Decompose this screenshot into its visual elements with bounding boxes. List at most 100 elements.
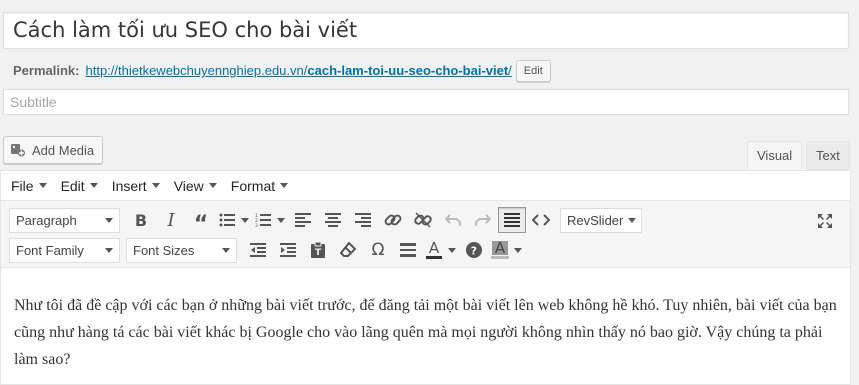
- font-sizes-select-value: Font Sizes: [133, 242, 195, 258]
- font-sizes-select[interactable]: Font Sizes: [126, 237, 237, 263]
- font-family-select-value: Font Family: [16, 242, 84, 258]
- menu-view[interactable]: View: [174, 178, 217, 194]
- bold-icon: B: [134, 210, 148, 230]
- clear-format-button[interactable]: [333, 236, 363, 264]
- editor-content[interactable]: Như tôi đã đề cập với các bạn ở những bà…: [1, 268, 850, 373]
- chevron-down-icon: [105, 247, 113, 253]
- svg-text:T: T: [315, 248, 322, 258]
- align-left-button[interactable]: [288, 206, 318, 234]
- special-char-button[interactable]: Ω: [363, 236, 393, 264]
- unlink-icon: [414, 212, 432, 228]
- fullscreen-button[interactable]: [810, 207, 840, 235]
- font-family-select[interactable]: Font Family: [9, 237, 120, 263]
- post-title-input[interactable]: Cách làm tối ưu SEO cho bài viết: [3, 12, 849, 49]
- svg-text:3: 3: [255, 223, 258, 227]
- revslider-select-value: RevSlider: [567, 212, 624, 228]
- indent-button[interactable]: [273, 236, 303, 264]
- italic-icon: I: [167, 209, 175, 231]
- menu-edit[interactable]: Edit: [61, 178, 98, 194]
- paste-text-icon: T: [311, 242, 325, 258]
- revslider-select[interactable]: RevSlider: [560, 207, 642, 233]
- menu-insert[interactable]: Insert: [112, 178, 160, 194]
- background-color-letter: A: [491, 241, 509, 256]
- align-center-button[interactable]: [318, 206, 348, 234]
- align-right-button[interactable]: [348, 206, 378, 234]
- paragraph-select[interactable]: Paragraph: [9, 207, 120, 233]
- blockquote-icon: “: [193, 211, 209, 237]
- italic-button[interactable]: I: [156, 206, 186, 234]
- chevron-down-icon: [105, 217, 113, 223]
- background-color-icon: A: [491, 241, 509, 259]
- unlink-button[interactable]: [408, 206, 438, 234]
- text-color-button[interactable]: A: [423, 236, 445, 264]
- permalink-base[interactable]: http://thietkewebchuyennghiep.edu.vn/: [85, 63, 307, 78]
- numbered-list-button[interactable]: 123: [252, 206, 274, 234]
- menu-format[interactable]: Format: [230, 177, 289, 194]
- background-color-swatch: [491, 256, 509, 259]
- svg-text:?: ?: [471, 245, 477, 258]
- redo-button[interactable]: [468, 206, 498, 234]
- numbered-list-dropdown[interactable]: [274, 218, 288, 223]
- toolbar-toggle-button[interactable]: [498, 207, 526, 233]
- text-color-letter: A: [428, 239, 440, 257]
- add-media-button[interactable]: Add Media: [3, 136, 104, 164]
- outdent-icon: [250, 243, 266, 257]
- permalink-row: Permalink: http://thietkewebchuyennghiep…: [13, 60, 551, 82]
- menu-file[interactable]: File: [11, 178, 47, 194]
- permalink-slug[interactable]: cach-lam-toi-uu-seo-cho-bai-viet: [307, 63, 508, 78]
- code-button[interactable]: [526, 206, 556, 234]
- background-color-dropdown[interactable]: [511, 248, 525, 253]
- permalink-end[interactable]: /: [508, 63, 512, 78]
- toolbar-row-2: Font Family Font Sizes T Ω A ? A: [9, 235, 844, 265]
- chevron-down-icon: [628, 217, 637, 223]
- permalink-link[interactable]: http://thietkewebchuyennghiep.edu.vn/cac…: [85, 60, 511, 82]
- chevron-down-icon: [151, 183, 160, 188]
- outdent-button[interactable]: [243, 236, 273, 264]
- editor: File Edit Insert View Format Paragraph B…: [0, 170, 851, 385]
- chevron-down-icon: [38, 183, 47, 188]
- align-left-icon: [295, 213, 311, 227]
- menu-format-label: Format: [230, 177, 276, 194]
- text-color-icon: A: [426, 241, 442, 259]
- chevron-down-icon: [222, 247, 230, 253]
- bullet-list-button[interactable]: [216, 206, 238, 234]
- horizontal-line-button[interactable]: [393, 236, 423, 264]
- paste-text-button[interactable]: T: [303, 236, 333, 264]
- bold-button[interactable]: B: [126, 206, 156, 234]
- special-char-icon: Ω: [371, 240, 385, 260]
- clear-format-icon: [340, 242, 356, 257]
- undo-button[interactable]: [438, 206, 468, 234]
- editor-menubar: File Edit Insert View Format: [1, 171, 850, 200]
- redo-icon: [475, 214, 491, 226]
- content-paragraph: Như tôi đã đề cập với các bạn ở những bà…: [14, 297, 837, 368]
- bullet-list-icon: [219, 213, 235, 227]
- menu-insert-label: Insert: [111, 177, 147, 194]
- permalink-edit-button[interactable]: Edit: [515, 60, 551, 82]
- permalink-label: Permalink:: [13, 63, 80, 78]
- undo-icon: [445, 214, 461, 226]
- indent-icon: [280, 243, 296, 257]
- align-center-icon: [325, 213, 341, 227]
- link-icon: [384, 214, 402, 226]
- background-color-button[interactable]: A: [489, 236, 511, 264]
- text-color-swatch: [426, 256, 442, 259]
- code-icon: [532, 214, 550, 226]
- subtitle-input[interactable]: Subtitle: [3, 89, 849, 115]
- chevron-down-icon: [208, 183, 217, 188]
- link-button[interactable]: [378, 206, 408, 234]
- tab-text[interactable]: Text: [806, 141, 850, 170]
- menu-file-label: File: [11, 177, 34, 194]
- fullscreen-icon: [818, 214, 832, 228]
- menu-view-label: View: [173, 177, 204, 194]
- toolbar-toggle-icon: [504, 213, 520, 227]
- numbered-list-icon: 123: [255, 213, 271, 227]
- tab-visual[interactable]: Visual: [747, 141, 803, 170]
- add-media-label: Add Media: [32, 142, 95, 158]
- bullet-list-dropdown[interactable]: [238, 218, 252, 223]
- chevron-down-icon: [280, 183, 289, 188]
- blockquote-button[interactable]: “: [186, 206, 216, 237]
- help-button[interactable]: ?: [459, 236, 489, 264]
- horizontal-line-icon: [400, 243, 416, 257]
- text-color-dropdown[interactable]: [445, 248, 459, 253]
- menu-edit-label: Edit: [60, 177, 85, 194]
